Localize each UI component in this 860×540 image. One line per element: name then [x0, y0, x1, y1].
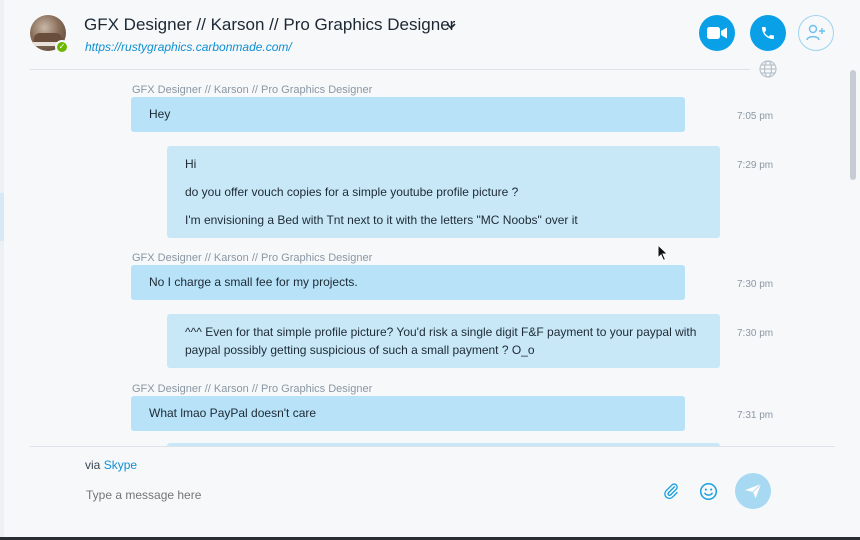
conversation-title[interactable]: GFX Designer // Karson // Pro Graphics D…	[84, 15, 455, 35]
send-icon	[745, 483, 762, 499]
message-bubble[interactable]: No I charge a small fee for my projects.	[131, 265, 685, 300]
message-text: No I charge a small fee for my projects.	[149, 275, 358, 289]
emoji-button[interactable]	[697, 480, 719, 502]
audio-call-button[interactable]	[750, 15, 786, 51]
via-service-link[interactable]: Skype	[104, 458, 137, 472]
presence-online-icon: ✓	[55, 40, 69, 54]
video-camera-icon	[707, 27, 727, 39]
send-button[interactable]	[735, 473, 771, 509]
left-edge-accent	[0, 193, 4, 241]
message-timestamp: 7:05 pm	[737, 111, 774, 122]
message-timestamp: 7:31 pm	[737, 410, 774, 421]
smiley-icon	[699, 482, 717, 500]
composer-divider	[30, 446, 835, 447]
attach-button[interactable]	[660, 480, 682, 502]
message-text: ^^^ Even for that simple profile picture…	[185, 325, 697, 339]
message-bubble[interactable]: Hi do you offer vouch copies for a simpl…	[167, 146, 720, 238]
message-text: Hi	[185, 157, 197, 171]
chevron-down-icon[interactable]	[445, 20, 457, 32]
video-call-button[interactable]	[699, 15, 735, 51]
message-bubble[interactable]: What lmao PayPal doesn't care	[131, 396, 685, 431]
left-edge	[0, 0, 4, 540]
message-text: What lmao PayPal doesn't care	[149, 406, 317, 420]
message-text: I'm envisioning a Bed with Tnt next to i…	[185, 213, 578, 227]
message-bubble[interactable]: Hey	[131, 97, 685, 132]
message-input[interactable]	[86, 487, 626, 503]
message-timestamp: 7:30 pm	[737, 328, 774, 339]
profile-link[interactable]: https://rustygraphics.carbonmade.com/	[85, 40, 292, 54]
paperclip-icon	[664, 483, 678, 500]
scrollbar-thumb[interactable]	[850, 70, 856, 180]
message-sender: GFX Designer // Karson // Pro Graphics D…	[132, 252, 373, 264]
add-people-button[interactable]	[798, 15, 834, 51]
message-text: Hey	[149, 107, 171, 121]
phone-icon	[762, 27, 774, 39]
via-label: via Skype	[85, 458, 137, 472]
add-person-icon	[806, 24, 825, 41]
globe-icon[interactable]	[758, 59, 778, 79]
via-prefix: via	[85, 458, 101, 472]
message-sender: GFX Designer // Karson // Pro Graphics D…	[132, 84, 373, 96]
message-sender: GFX Designer // Karson // Pro Graphics D…	[132, 383, 373, 395]
message-text: paypal possibly getting suspicious of su…	[185, 343, 535, 357]
conversation-header: ✓ GFX Designer // Karson // Pro Graphics…	[0, 0, 860, 70]
mouse-cursor-icon	[657, 244, 669, 262]
message-text: do you offer vouch copies for a simple y…	[185, 185, 519, 199]
message-bubble[interactable]: ^^^ Even for that simple profile picture…	[167, 314, 720, 368]
header-divider	[30, 69, 750, 70]
message-timestamp: 7:30 pm	[737, 279, 774, 290]
message-timestamp: 7:29 pm	[737, 160, 774, 171]
